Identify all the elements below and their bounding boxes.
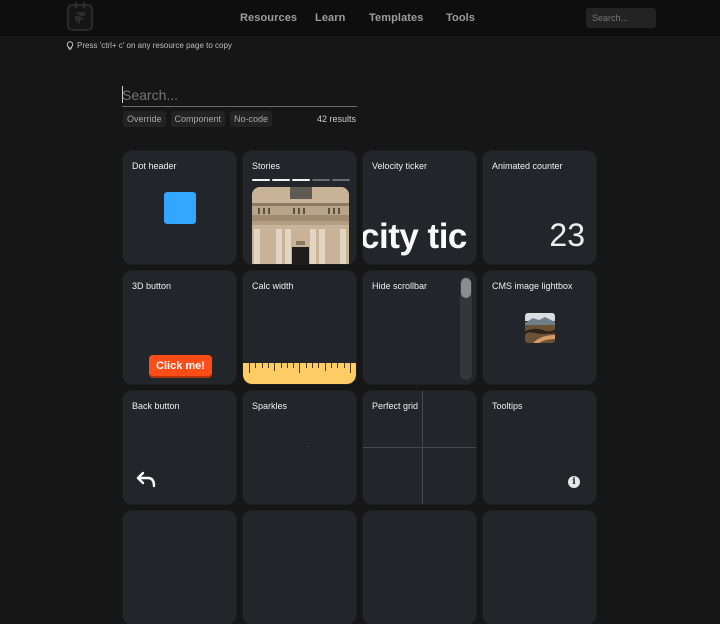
card-partial[interactable] — [363, 511, 476, 624]
story-progress-segment — [252, 179, 270, 181]
card-animated-counter[interactable]: Animated counter 23 — [483, 151, 596, 264]
ruler-tick — [343, 363, 345, 368]
nav-templates[interactable]: Templates — [369, 12, 424, 24]
landscape-thumbnail[interactable] — [525, 313, 555, 343]
card-partial[interactable] — [123, 511, 236, 624]
card-sparkles[interactable]: Sparkles — [243, 391, 356, 504]
ruler-tick — [255, 363, 257, 368]
story-building-image — [252, 187, 349, 264]
filter-override[interactable]: Override — [123, 111, 166, 127]
ruler-tick — [274, 363, 276, 371]
card-title: Tooltips — [492, 401, 523, 411]
lightbulb-icon — [66, 41, 74, 50]
ruler-tick — [305, 363, 307, 368]
card-perfect-grid[interactable]: Perfect grid — [363, 391, 476, 504]
card-title: 3D button — [132, 281, 172, 291]
card-stories[interactable]: Stories — [243, 151, 356, 264]
top-navigation-bar: Resources Learn Templates Tools — [0, 0, 720, 36]
filter-no-code[interactable]: No-code — [230, 111, 273, 127]
ruler-tick — [299, 363, 301, 373]
card-title: CMS image lightbox — [492, 281, 573, 291]
ruler-tick — [337, 363, 339, 368]
ruler-preview — [243, 363, 356, 384]
card-calc-width[interactable]: Calc width — [243, 271, 356, 384]
ruler-tick — [312, 363, 313, 368]
calendar-logo-icon[interactable] — [67, 2, 93, 31]
ruler-tick — [293, 363, 295, 368]
nav-resources[interactable]: Resources — [240, 12, 297, 24]
card-title: Stories — [252, 161, 281, 171]
hint-text: Press 'ctrl+ c' on any resource page to … — [77, 41, 232, 50]
ruler-tick — [261, 363, 263, 368]
click-me-button[interactable]: Click me! — [149, 355, 212, 376]
filter-chips: Override Component No-code — [123, 111, 273, 127]
ruler-tick — [286, 363, 288, 368]
logo-binding — [75, 2, 77, 8]
card-title: Perfect grid — [372, 401, 419, 411]
ruler-tick — [324, 363, 326, 371]
card-cms-image-lightbox[interactable]: CMS image lightbox — [483, 271, 596, 384]
card-title: Hide scrollbar — [372, 281, 428, 291]
framer-logo-icon — [75, 12, 85, 24]
card-title: Velocity ticker — [372, 161, 428, 171]
story-progress-segment — [332, 179, 350, 181]
card-title: Animated counter — [492, 161, 563, 171]
ruler-tick — [318, 363, 320, 368]
card-title: Sparkles — [252, 401, 288, 411]
card-dot-header[interactable]: Dot header — [123, 151, 236, 264]
story-progress-segment — [292, 179, 310, 181]
nav-learn[interactable]: Learn — [315, 12, 345, 24]
grid-line-horizontal — [363, 447, 476, 448]
ticker-preview-text: city tic — [363, 217, 467, 256]
card-title: Calc width — [252, 281, 294, 291]
story-progress-segment — [312, 179, 330, 181]
story-progress-segment — [272, 179, 290, 181]
card-partial[interactable] — [243, 511, 356, 624]
nav-tools[interactable]: Tools — [446, 12, 475, 24]
story-progress-bars — [252, 179, 350, 181]
ruler-tick — [330, 363, 332, 368]
sparkle-particle — [306, 446, 307, 447]
scrollbar-thumb[interactable] — [461, 278, 471, 298]
card-partial[interactable] — [483, 511, 596, 624]
ruler-tick — [267, 363, 269, 368]
card-velocity-ticker[interactable]: Velocity ticker city tic — [363, 151, 476, 264]
ruler-tick — [249, 363, 250, 373]
resource-search-input[interactable] — [122, 84, 357, 107]
info-icon[interactable]: i — [568, 476, 580, 488]
ruler-tick — [349, 363, 351, 373]
card-title: Dot header — [132, 161, 177, 171]
filter-component[interactable]: Component — [170, 111, 226, 127]
card-title: Back button — [132, 401, 180, 411]
results-count: 42 results — [317, 114, 357, 124]
card-tooltips[interactable]: Tooltips i — [483, 391, 596, 504]
copy-hint: Press 'ctrl+ c' on any resource page to … — [66, 41, 232, 50]
back-arrow-icon[interactable] — [135, 471, 157, 489]
counter-value: 23 — [549, 217, 585, 253]
ruler-tick — [280, 363, 282, 368]
card-3d-button[interactable]: 3D button Click me! — [123, 271, 236, 384]
text-caret — [122, 86, 123, 103]
card-hide-scrollbar[interactable]: Hide scrollbar — [363, 271, 476, 384]
card-back-button[interactable]: Back button — [123, 391, 236, 504]
header-search-input[interactable] — [586, 8, 656, 28]
logo-binding — [83, 2, 85, 8]
blue-dot-preview — [164, 192, 196, 224]
